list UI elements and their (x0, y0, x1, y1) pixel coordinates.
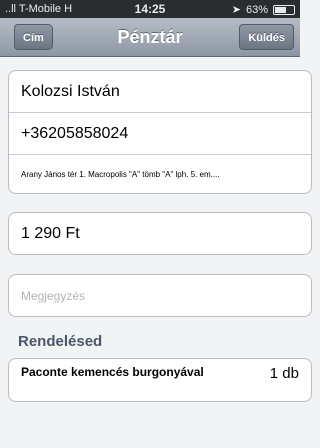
price-value: 1 290 Ft (21, 224, 80, 242)
status-bar: ..ll T-Mobile H 14:25 ➤ 63% (0, 0, 300, 18)
phone-field[interactable]: +36205858024 (9, 113, 311, 155)
navigation-bar: Cím Pénztár Küldés (0, 18, 300, 57)
price-field[interactable]: 1 290 Ft (9, 213, 311, 254)
address-field[interactable]: Arany János tér 1. Macropolis "A" tömb "… (9, 155, 311, 193)
note-placeholder: Megjegyzés (21, 288, 86, 303)
order-group: Paconte kemencés burgonyával 1 db (8, 358, 312, 402)
name-value: Kolozsi István (21, 82, 120, 100)
status-right: ➤ 63% (232, 3, 295, 16)
order-item-qty: 1 db (269, 365, 299, 382)
send-button-label: Küldés (248, 32, 285, 44)
order-section-title: Rendelésed (18, 333, 103, 350)
battery-icon (273, 4, 295, 15)
phone-value: +36205858024 (21, 124, 129, 142)
send-button[interactable]: Küldés (239, 24, 294, 50)
contact-group: Kolozsi István +36205858024 Arany János … (8, 70, 312, 194)
order-item[interactable]: Paconte kemencés burgonyával 1 db (9, 359, 311, 401)
note-group: Megjegyzés (8, 274, 312, 317)
address-value: Arany János tér 1. Macropolis "A" tömb "… (21, 169, 220, 179)
price-group: 1 290 Ft (8, 212, 312, 255)
name-field[interactable]: Kolozsi István (9, 71, 311, 113)
order-item-name: Paconte kemencés burgonyával (21, 365, 204, 379)
location-icon: ➤ (231, 4, 241, 16)
note-field[interactable]: Megjegyzés (9, 275, 311, 316)
battery-percent: 63% (245, 3, 268, 16)
